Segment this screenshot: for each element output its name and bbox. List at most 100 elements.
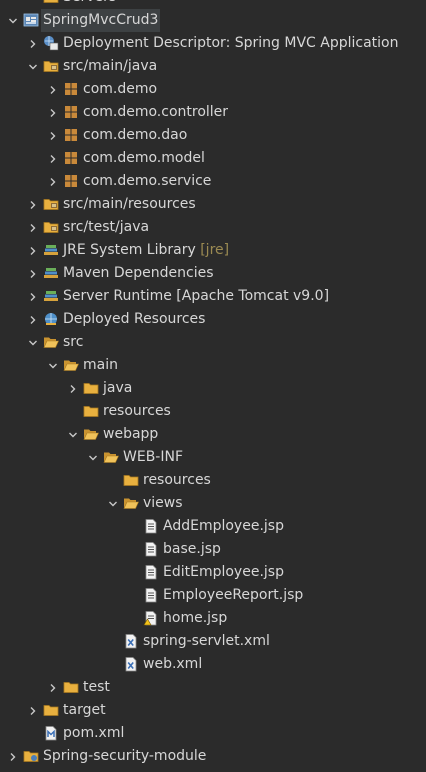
tree-item-label: SpringMvcCrud3 [41,9,161,32]
tree-item-servers[interactable]: Servers [0,0,426,9]
library-icon [43,288,59,304]
tree-item-com-demo-dao[interactable]: com.demo.dao [0,124,426,147]
chevron-right-icon[interactable] [47,170,59,193]
tree-item-label: EditEmployee.jsp [161,561,286,584]
chevron-right-icon[interactable] [27,32,39,55]
tree-item-src-test-java[interactable]: src/test/java [0,216,426,239]
tree-item-text: web.xml [143,656,203,672]
package-icon [63,173,79,189]
tree-item-spring-servlet-xml[interactable]: spring-servlet.xml [0,630,426,653]
deployment-descriptor-icon [43,35,59,51]
chevron-down-icon[interactable] [67,423,79,446]
xml-file-icon [123,656,139,672]
chevron-right-icon[interactable] [47,147,59,170]
tree-item-addemployee-jsp[interactable]: AddEmployee.jsp [0,515,426,538]
jsp-file-icon [143,541,159,557]
tree-item-label: pom.xml [61,722,126,745]
tree-item-label: webapp [101,423,160,446]
tree-item-com-demo-controller[interactable]: com.demo.controller [0,101,426,124]
open-folder-icon [83,426,99,442]
tree-item-web-inf[interactable]: WEB-INF [0,446,426,469]
chevron-right-icon[interactable] [47,101,59,124]
tree-item-text: spring-servlet.xml [143,633,270,649]
tree-item-com-demo[interactable]: com.demo [0,78,426,101]
tree-item-text: base.jsp [163,541,221,557]
tree-item-src-main-java[interactable]: src/main/java [0,55,426,78]
chevron-right-icon[interactable] [27,699,39,722]
xml-file-icon [123,633,139,649]
tree-item-text: src [63,334,84,350]
tree-item-label: Maven Dependencies [61,262,216,285]
tree-item-springmvccrud3[interactable]: SpringMvcCrud3 [0,9,426,32]
chevron-right-icon[interactable] [7,745,19,768]
chevron-down-icon[interactable] [87,446,99,469]
tree-item-resources[interactable]: resources [0,400,426,423]
tree-item-label: com.demo.service [81,170,213,193]
chevron-right-icon[interactable] [27,239,39,262]
folder-icon [63,679,79,695]
tree-item-label: EmployeeReport.jsp [161,584,305,607]
tree-item-text: SpringMvcCrud3 [43,12,159,28]
source-folder-icon [43,196,59,212]
chevron-right-icon[interactable] [27,216,39,239]
tree-item-text: JRE System Library [63,242,196,258]
chevron-right-icon[interactable] [47,676,59,699]
chevron-right-icon[interactable] [47,78,59,101]
tree-item-home-jsp[interactable]: home.jsp [0,607,426,630]
open-folder-icon [63,357,79,373]
chevron-right-icon[interactable] [67,377,79,400]
deployed-resources-icon [43,311,59,327]
tree-item-label: resources [101,400,173,423]
java-project-icon [23,748,39,764]
tree-item-target[interactable]: target [0,699,426,722]
jsp-file-icon [143,518,159,534]
tree-item-com-demo-model[interactable]: com.demo.model [0,147,426,170]
tree-item-base-jsp[interactable]: base.jsp [0,538,426,561]
tree-item-java[interactable]: java [0,377,426,400]
chevron-right-icon[interactable] [27,262,39,285]
chevron-down-icon[interactable] [47,354,59,377]
maven-pom-icon [43,725,59,741]
tree-item-label: web.xml [141,653,204,676]
tree-item-webapp[interactable]: webapp [0,423,426,446]
chevron-down-icon[interactable] [107,492,119,515]
chevron-down-icon[interactable] [27,331,39,354]
tree-item-maven-dependencies[interactable]: Maven Dependencies [0,262,426,285]
tree-item-web-xml[interactable]: web.xml [0,653,426,676]
tree-item-text: resources [103,403,171,419]
tree-item-label: src [61,331,85,354]
tree-item-deployed-resources[interactable]: Deployed Resources [0,308,426,331]
tree-item-jre-system-library[interactable]: JRE System Library [jre] [0,239,426,262]
folder-icon [83,380,99,396]
chevron-right-icon[interactable] [27,193,39,216]
tree-item-label: com.demo.dao [81,124,189,147]
tree-item-src-main-resources[interactable]: src/main/resources [0,193,426,216]
chevron-right-icon[interactable] [27,308,39,331]
tree-item-editemployee-jsp[interactable]: EditEmployee.jsp [0,561,426,584]
tree-item-label: base.jsp [161,538,223,561]
tree-item-src[interactable]: src [0,331,426,354]
chevron-down-icon[interactable] [27,55,39,78]
tree-item-label: test [81,676,112,699]
tree-item-main[interactable]: main [0,354,426,377]
chevron-right-icon[interactable] [47,124,59,147]
tree-item-label: com.demo [81,78,159,101]
tree-item-server-runtime-apache-tomcat-v9-0[interactable]: Server Runtime [Apache Tomcat v9.0] [0,285,426,308]
tree-item-com-demo-service[interactable]: com.demo.service [0,170,426,193]
folder-icon [123,472,139,488]
tree-item-employeereport-jsp[interactable]: EmployeeReport.jsp [0,584,426,607]
tree-item-pom-xml[interactable]: pom.xml [0,722,426,745]
tree-item-test[interactable]: test [0,676,426,699]
package-icon [63,150,79,166]
tree-item-resources[interactable]: resources [0,469,426,492]
chevron-right-icon[interactable] [27,285,39,308]
tree-item-text: java [103,380,133,396]
tree-item-text: EditEmployee.jsp [163,564,284,580]
tree-item-label: Servers [61,0,118,9]
tree-item-label: WEB-INF [121,446,185,469]
chevron-down-icon[interactable] [7,9,19,32]
tree-item-deployment-descriptor-spring-mvc-application[interactable]: Deployment Descriptor: Spring MVC Applic… [0,32,426,55]
tree-item-views[interactable]: views [0,492,426,515]
tree-item-spring-security-module[interactable]: Spring-security-module [0,745,426,768]
tree-item-text: Servers [63,0,116,5]
